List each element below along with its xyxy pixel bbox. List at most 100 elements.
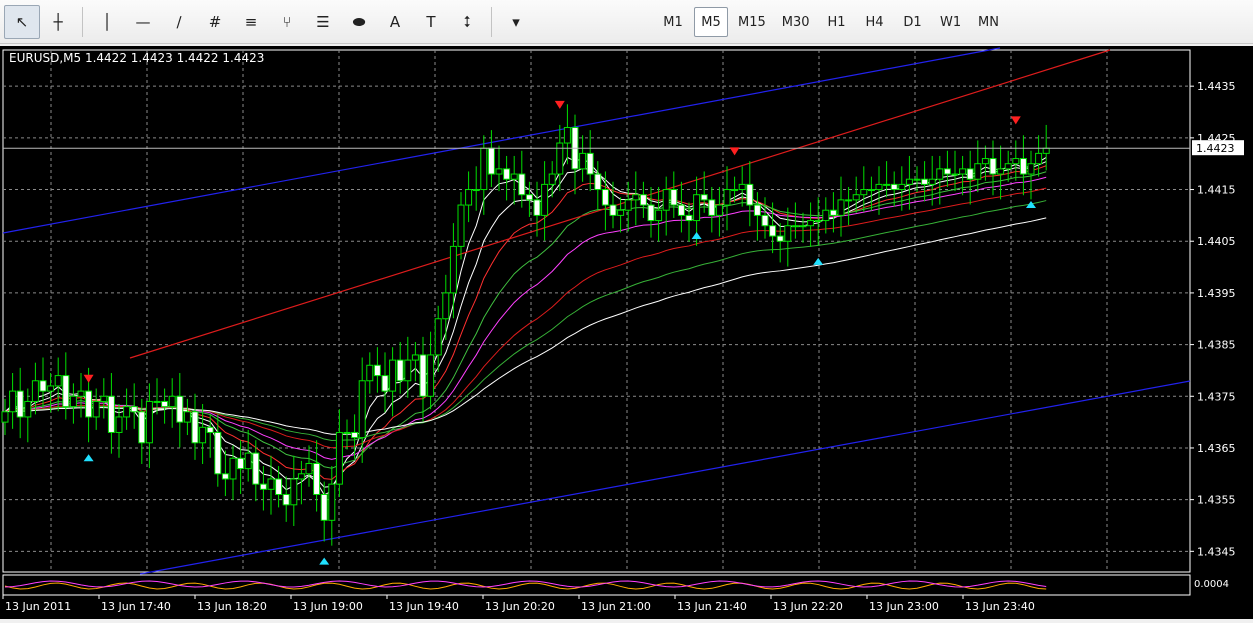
- y-tick-label: 1.4385: [1197, 339, 1236, 352]
- candle-body: [214, 431, 222, 475]
- timeframe-w1-button[interactable]: W1: [934, 7, 968, 37]
- cursor-icon[interactable]: ↖: [4, 5, 40, 39]
- candle-body: [860, 189, 868, 196]
- candle-body: [366, 364, 374, 382]
- candle-body: [77, 390, 85, 397]
- trendline-icon[interactable]: ∕: [161, 5, 197, 39]
- candle-body: [541, 183, 549, 216]
- timeframe-mn-button[interactable]: MN: [972, 7, 1006, 37]
- candle-body: [39, 380, 47, 392]
- candle-body: [533, 199, 541, 216]
- candle-body: [138, 411, 146, 444]
- x-tick-label: 13 Jun 17:40: [101, 600, 171, 613]
- candle-body: [358, 380, 366, 439]
- candle-body: [700, 194, 708, 201]
- candle-body: [183, 411, 191, 423]
- candle-body: [951, 173, 959, 176]
- candle-body: [275, 478, 283, 495]
- x-tick-label: 13 Jun 22:20: [773, 600, 843, 613]
- candle-body: [776, 235, 784, 242]
- ellipse-icon[interactable]: ⬬: [341, 5, 377, 39]
- candle-body: [221, 473, 229, 480]
- candle-body: [373, 364, 381, 377]
- candle-body: [24, 400, 32, 418]
- toolbar-separator: [491, 7, 492, 37]
- moving-average-line: [4, 176, 1047, 460]
- candle-body: [115, 416, 123, 433]
- candle-body: [381, 375, 389, 392]
- candle-body: [579, 152, 587, 170]
- timeframe-m15-button[interactable]: M15: [732, 7, 772, 37]
- candle-body: [145, 400, 153, 444]
- candle-body: [525, 194, 533, 201]
- candle-body: [465, 189, 473, 206]
- dropdown-chevron-icon[interactable]: ▾: [498, 5, 534, 39]
- y-tick-label: 1.4365: [1197, 442, 1236, 455]
- candle-body: [617, 209, 625, 216]
- timeframe-m30-button[interactable]: M30: [776, 7, 816, 37]
- x-tick-label: 13 Jun 23:40: [965, 600, 1035, 613]
- candle-body: [981, 158, 989, 165]
- gann-fan-icon[interactable]: ≡: [233, 5, 269, 39]
- sell-arrow-icon: [729, 147, 740, 156]
- horizontal-line-icon[interactable]: —: [125, 5, 161, 39]
- candle-body: [563, 127, 571, 144]
- candle-body: [176, 395, 184, 423]
- candle-body: [290, 478, 298, 506]
- candle-body: [123, 406, 131, 418]
- crosshair-icon[interactable]: ┼: [40, 5, 76, 39]
- candle-body: [389, 359, 397, 392]
- candle-body: [609, 204, 617, 216]
- candle-body: [244, 452, 252, 470]
- candle-body: [495, 168, 503, 175]
- text-icon[interactable]: A: [377, 5, 413, 39]
- candle-body: [449, 245, 457, 294]
- candle-body: [989, 158, 997, 175]
- toolbar-separator: [82, 7, 83, 37]
- price-chart-window[interactable]: 1.4435 1.4425 1.4415 1.4405 1.4395 1.4385 1.43…: [0, 46, 1253, 619]
- candle-body: [503, 168, 511, 180]
- fibo-fan-icon[interactable]: ⑂: [269, 5, 305, 39]
- timeframe-d1-button[interactable]: D1: [896, 7, 930, 37]
- y-tick-label: 1.4435: [1197, 80, 1236, 93]
- candle-body: [731, 189, 739, 192]
- arrows-icon[interactable]: ⭥: [449, 5, 485, 39]
- candle-body: [92, 400, 100, 418]
- candle-body: [161, 400, 169, 408]
- timeframe-h4-button[interactable]: H4: [858, 7, 892, 37]
- timeframe-m5-button[interactable]: M5: [694, 7, 728, 37]
- candle-body: [351, 431, 359, 439]
- moving-average-line: [4, 165, 1047, 480]
- x-tick-label: 13 Jun 23:00: [869, 600, 939, 613]
- fibo-retracement-icon[interactable]: ☰: [305, 5, 341, 39]
- timeframe-m1-button[interactable]: M1: [656, 7, 690, 37]
- vertical-line-icon[interactable]: │: [89, 5, 125, 39]
- candle-body: [921, 178, 929, 185]
- equidistant-channel-icon[interactable]: #: [197, 5, 233, 39]
- candlestick-chart[interactable]: 1.44351.44251.44151.44051.43951.43851.43…: [0, 46, 1253, 619]
- candle-body: [69, 395, 77, 408]
- candle-body: [518, 173, 526, 196]
- y-tick-label: 1.4415: [1197, 184, 1236, 197]
- x-tick-label: 13 Jun 2011: [5, 600, 71, 613]
- candle-body: [738, 183, 746, 191]
- candle-body: [845, 199, 853, 202]
- x-tick-label: 13 Jun 19:40: [389, 600, 459, 613]
- sell-arrow-icon: [554, 100, 565, 109]
- candle-body: [928, 178, 936, 185]
- text-label-icon[interactable]: T: [413, 5, 449, 39]
- candle-body: [1027, 163, 1035, 175]
- candle-body: [153, 400, 161, 403]
- x-tick-label: 13 Jun 18:20: [197, 600, 267, 613]
- candle-body: [997, 168, 1005, 175]
- timeframe-h1-button[interactable]: H1: [820, 7, 854, 37]
- buy-arrow-icon: [813, 257, 824, 265]
- buy-arrow-icon: [319, 557, 330, 565]
- candle-body: [472, 189, 480, 192]
- candle-body: [1, 411, 9, 423]
- candle-body: [708, 199, 716, 216]
- candle-body: [54, 375, 62, 387]
- candle-body: [328, 483, 336, 521]
- candle-body: [548, 173, 556, 185]
- drawing-tools: ↖ ┼ │ — ∕ # ≡ ⑂ ☰ ⬬ A T ⭥ ▾: [4, 4, 534, 40]
